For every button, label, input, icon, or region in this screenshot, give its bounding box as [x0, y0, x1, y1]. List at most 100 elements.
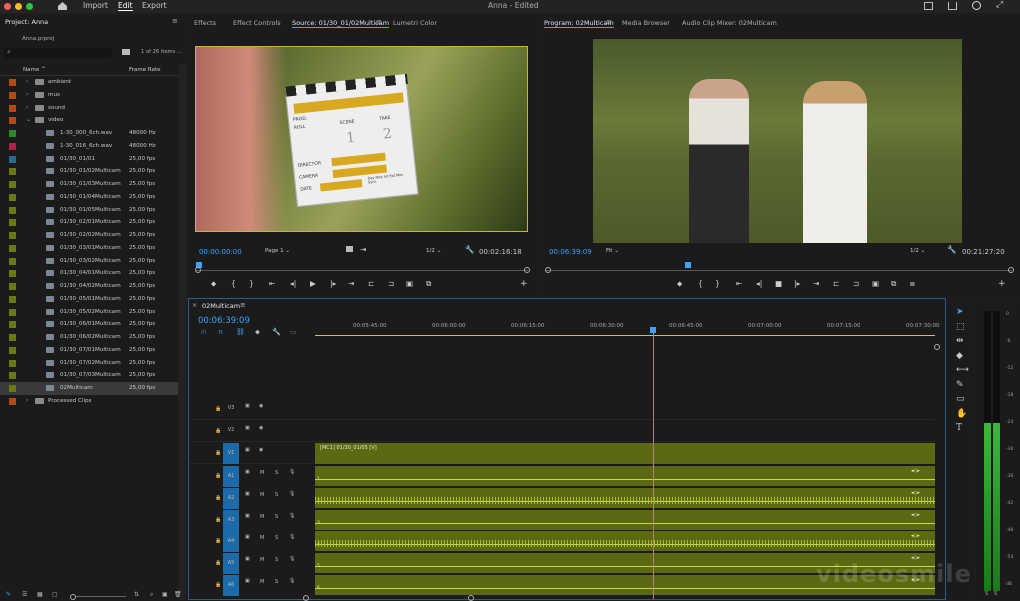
tab-source[interactable]: Source: 01/30_01/02Multicam: [292, 19, 390, 28]
step-back-icon[interactable]: ◂|: [290, 279, 296, 288]
label-color-swatch[interactable]: [9, 283, 16, 290]
step-back-icon[interactable]: ◂|: [756, 279, 762, 288]
zoom-handle-right[interactable]: [524, 267, 530, 273]
col-frame-rate[interactable]: Frame Rate: [129, 67, 161, 73]
go-to-out-icon[interactable]: ⇥: [813, 279, 819, 288]
label-color-swatch[interactable]: [9, 91, 16, 99]
panel-menu-icon[interactable]: ≡: [606, 18, 612, 26]
list-item[interactable]: 01/30_07/02Multicam 25,00 fps: [0, 357, 178, 370]
video-track-v3[interactable]: 🔒 V3 ▣ ◉: [189, 399, 935, 420]
mark-in-icon[interactable]: {: [698, 279, 703, 288]
lock-icon[interactable]: 🔒: [215, 560, 221, 566]
list-item[interactable]: 01/30_07/03Multicam 25,00 fps: [0, 369, 178, 382]
add-button-icon[interactable]: +: [998, 279, 1006, 289]
audio-clip[interactable]: 2◂◇▸: [315, 487, 935, 509]
solo-left-button[interactable]: S: [985, 591, 988, 597]
track-label[interactable]: V2: [223, 427, 239, 437]
microphone-icon[interactable]: 🎙: [289, 491, 295, 497]
label-color-swatch[interactable]: [9, 168, 16, 176]
camera-icon[interactable]: ▣: [872, 279, 879, 288]
fit-dropdown[interactable]: Fit ⌄: [606, 248, 619, 254]
list-item[interactable]: 01/30_01/01 25,00 fps: [0, 153, 178, 166]
scrollbar[interactable]: [178, 64, 186, 600]
lock-icon[interactable]: 🔒: [215, 406, 221, 412]
list-item[interactable]: 01/30_03/02Multicam 25,00 fps: [0, 255, 178, 268]
icon-view-icon[interactable]: ▦: [37, 591, 43, 598]
new-item-icon[interactable]: ▣: [162, 591, 168, 598]
list-item[interactable]: 02Multicam 25,00 fps: [0, 382, 178, 395]
tab-effects[interactable]: Effects: [194, 19, 216, 27]
label-color-swatch[interactable]: [9, 232, 16, 239]
timeline-settings-icon[interactable]: 🔧: [272, 328, 281, 336]
mute-button[interactable]: M: [260, 535, 264, 541]
disclosure-triangle-icon[interactable]: ⌄: [26, 116, 31, 123]
list-item[interactable]: 01/30_06/01Multicam 25,00 fps: [0, 318, 178, 331]
quick-export-icon[interactable]: [972, 1, 981, 10]
lock-icon[interactable]: 🔒: [215, 517, 221, 523]
keyframe-navigator-icon[interactable]: ◂◇▸: [911, 490, 920, 496]
linked-selection-icon[interactable]: ⛓: [236, 328, 245, 336]
panel-menu-icon[interactable]: ≡: [376, 18, 382, 26]
label-color-swatch[interactable]: [9, 117, 16, 125]
track-label[interactable]: V3: [223, 405, 239, 415]
overwrite-icon[interactable]: ⇥: [360, 245, 366, 254]
sync-lock-icon[interactable]: ▣: [245, 447, 250, 453]
eye-icon[interactable]: ◉: [259, 403, 263, 409]
play-icon[interactable]: ▶: [310, 279, 316, 288]
insert-icon[interactable]: [346, 246, 353, 252]
mute-button[interactable]: M: [260, 514, 264, 520]
timeline-tab[interactable]: 02Multicam: [202, 302, 240, 310]
workspace-icon[interactable]: [924, 2, 933, 10]
snap-icon[interactable]: ∩: [218, 328, 223, 336]
sort-up-icon[interactable]: ⌃: [41, 66, 46, 73]
disclosure-triangle-icon[interactable]: ›: [26, 104, 28, 111]
track-label[interactable]: A4: [223, 531, 239, 553]
list-item[interactable]: 1-30_000_6ch.wav 48000 Hz: [0, 127, 178, 140]
zoom-slider[interactable]: [76, 596, 126, 597]
compare-icon[interactable]: ⧉: [891, 279, 896, 289]
razor-icon[interactable]: ◆: [956, 351, 963, 361]
volume-rubberband[interactable]: [315, 522, 935, 524]
solo-button[interactable]: S: [275, 470, 278, 476]
tab-program[interactable]: Program: 02Multicam: [544, 19, 614, 28]
label-color-swatch[interactable]: [9, 346, 16, 354]
bin-row[interactable]: › sound: [0, 102, 178, 115]
close-icon[interactable]: ×: [192, 302, 197, 309]
insert-clip-icon[interactable]: ⊏: [368, 279, 374, 288]
lock-icon[interactable]: 🔒: [215, 582, 221, 588]
captions-icon[interactable]: ▭: [290, 328, 297, 336]
label-color-swatch[interactable]: [9, 257, 16, 265]
zoom-handle-right[interactable]: [1008, 267, 1014, 273]
mute-button[interactable]: M: [260, 557, 264, 563]
export-frame-icon[interactable]: ⧉: [426, 279, 431, 289]
playhead-marker[interactable]: [685, 262, 691, 268]
sync-lock-icon[interactable]: ▣: [245, 403, 250, 409]
video-track-v1[interactable]: 🔒 V1 ▣ ◉ [MC1] 01/30_01/05 [V]: [189, 443, 935, 464]
solo-button[interactable]: S: [275, 492, 278, 498]
solo-button[interactable]: S: [275, 514, 278, 520]
playhead[interactable]: [652, 327, 654, 599]
microphone-icon[interactable]: 🎙: [289, 469, 295, 475]
menu-edit[interactable]: Edit: [118, 1, 133, 11]
sync-lock-icon[interactable]: ▣: [245, 534, 250, 540]
go-to-out-icon[interactable]: ⇥: [348, 279, 354, 288]
page-dropdown[interactable]: Page 1 ⌄: [265, 248, 290, 254]
label-color-swatch[interactable]: [9, 193, 16, 201]
selection-tool-icon[interactable]: ➤: [956, 307, 964, 317]
multicam-icon[interactable]: ⧈: [910, 279, 915, 289]
sync-lock-icon[interactable]: ▣: [245, 578, 250, 584]
bin-row[interactable]: ⌄ video: [0, 114, 178, 127]
track-label[interactable]: A6: [223, 575, 239, 596]
keyframe-navigator-icon[interactable]: ◂◇▸: [911, 533, 920, 539]
rectangle-icon[interactable]: ▭: [956, 394, 965, 404]
step-forward-icon[interactable]: |▸: [330, 279, 336, 288]
disclosure-triangle-icon[interactable]: ›: [26, 91, 28, 98]
sync-lock-icon[interactable]: ▣: [245, 491, 250, 497]
label-color-swatch[interactable]: [9, 397, 16, 405]
lock-icon[interactable]: 🔒: [215, 495, 221, 501]
bin-row[interactable]: › ambient: [0, 76, 178, 89]
wrench-icon[interactable]: 🔧: [947, 245, 956, 254]
list-view-icon[interactable]: ☰: [22, 591, 27, 598]
program-timecode[interactable]: 00:06:39:09: [549, 248, 592, 256]
panel-menu-icon[interactable]: ≡: [172, 17, 178, 25]
